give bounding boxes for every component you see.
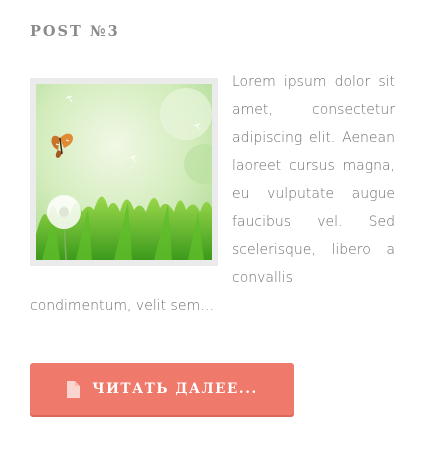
post-body: Lorem ipsum dolor sit amet, consectetur … <box>30 68 395 320</box>
blog-post: POST №3 Lorem ipsum dolor sit amet, cons… <box>0 0 424 459</box>
post-title[interactable]: POST №3 <box>30 22 120 42</box>
read-more-label: ЧИТАТЬ ДАЛЕЕ... <box>92 381 258 397</box>
read-more-button[interactable]: ЧИТАТЬ ДАЛЕЕ... <box>30 363 294 415</box>
thumbnail-image <box>36 84 212 260</box>
post-thumbnail[interactable] <box>30 78 218 266</box>
document-icon <box>66 380 81 398</box>
